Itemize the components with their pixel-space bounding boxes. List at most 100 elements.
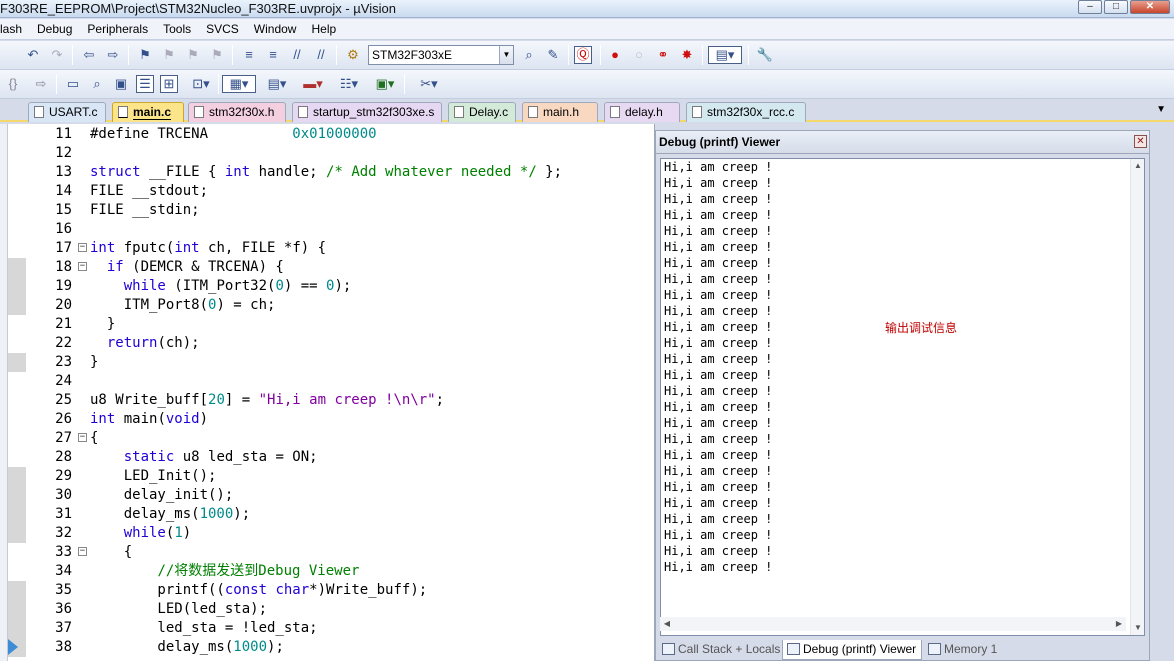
code-line[interactable]: 26 int main(void) xyxy=(26,410,651,429)
breakpoint-margin[interactable] xyxy=(8,619,26,638)
wrench-icon[interactable]: 🔧 xyxy=(756,46,774,64)
disable-breakpoints-icon[interactable]: ⚭ xyxy=(654,46,672,64)
indent-icon[interactable]: ≡ xyxy=(240,46,258,64)
tab-call-stack-locals[interactable]: Call Stack + Locals xyxy=(658,640,780,660)
menu-window[interactable]: Window xyxy=(254,22,305,36)
code-line[interactable]: 18− if (DEMCR & TRCENA) { xyxy=(26,258,651,277)
code-line[interactable]: 12 xyxy=(26,144,651,163)
unindent-icon[interactable]: ≡ xyxy=(264,46,282,64)
code-line[interactable]: 30 delay_init(); xyxy=(26,486,651,505)
debug-output[interactable]: ▲ ▼ Hi,i am creep ! Hi,i am creep ! Hi,i a… xyxy=(660,158,1145,636)
tab-main-h[interactable]: main.h xyxy=(522,102,598,122)
nav-back-icon[interactable]: ⇦ xyxy=(80,46,98,64)
menu-debug[interactable]: Debug xyxy=(37,22,80,36)
redo-icon[interactable]: ↷ xyxy=(48,46,66,64)
code-line[interactable]: 22 return(ch); xyxy=(26,334,651,353)
code-line[interactable]: 33− { xyxy=(26,543,651,562)
menu-help[interactable]: Help xyxy=(311,22,344,36)
prev-bookmark-icon[interactable]: ⚑ xyxy=(160,46,178,64)
call-stack-icon[interactable]: ⊞ xyxy=(160,75,178,93)
breakpoint-margin[interactable] xyxy=(8,277,26,296)
breakpoint-margin[interactable] xyxy=(8,486,26,505)
scroll-up-icon[interactable]: ▲ xyxy=(1131,159,1144,173)
breakpoint-margin[interactable] xyxy=(8,353,26,372)
code-line[interactable]: 36 LED(led_sta); xyxy=(26,600,651,619)
analysis-window-icon[interactable]: ▬▾ xyxy=(298,75,328,93)
registers-icon[interactable]: ☰ xyxy=(136,75,154,93)
tab-memory-1[interactable]: Memory 1 xyxy=(924,640,997,660)
tab-startup-stm32f303xe-s[interactable]: startup_stm32f303xe.s xyxy=(292,102,442,122)
tab-stm32f30x-h[interactable]: stm32f30x.h xyxy=(188,102,286,122)
menu-peripherals[interactable]: Peripherals xyxy=(87,22,156,36)
kill-breakpoints-icon[interactable]: ✸ xyxy=(678,46,696,64)
code-line[interactable]: 27−{ xyxy=(26,429,651,448)
code-line[interactable]: 24 xyxy=(26,372,651,391)
next-bookmark-icon[interactable]: ⚑ xyxy=(184,46,202,64)
window-layout-icon[interactable]: ▤▾ xyxy=(708,46,742,64)
code-line[interactable]: 13 struct __FILE { int handle; /* Add wha… xyxy=(26,163,651,182)
code-line[interactable]: 25 u8 Write_buff[20] = "Hi,i am creep !\n… xyxy=(26,391,651,410)
code-line[interactable]: 35 printf((const char*)Write_buff); xyxy=(26,581,651,600)
vertical-scrollbar[interactable]: ▲ ▼ xyxy=(1130,159,1144,635)
tab-debug-printf-viewer[interactable]: Debug (printf) Viewer xyxy=(782,640,922,660)
trace-window-icon[interactable]: ☷▾ xyxy=(334,75,364,93)
scroll-left-icon[interactable]: ◀ xyxy=(660,617,674,631)
close-icon[interactable]: ✕ xyxy=(1134,135,1147,148)
chevron-down-icon[interactable]: ▼ xyxy=(499,46,513,64)
serial-window-icon[interactable]: ▤▾ xyxy=(262,75,292,93)
breakpoint-margin[interactable] xyxy=(8,467,26,486)
menu-flash[interactable]: lash xyxy=(0,22,30,36)
comment-icon[interactable]: // xyxy=(288,46,306,64)
system-viewer-icon[interactable]: ▣▾ xyxy=(370,75,400,93)
code-line[interactable]: 21 } xyxy=(26,315,651,334)
find-in-files-icon[interactable]: ⌕ xyxy=(520,46,538,64)
fold-toggle-icon[interactable]: − xyxy=(78,243,87,252)
uncomment-icon[interactable]: // xyxy=(312,46,330,64)
tab-delay-h[interactable]: delay.h xyxy=(604,102,680,122)
fold-toggle-icon[interactable]: − xyxy=(78,433,87,442)
breakpoint-margin[interactable] xyxy=(8,524,26,543)
code-line[interactable]: 31 delay_ms(1000); xyxy=(26,505,651,524)
braces-icon[interactable]: {} xyxy=(4,75,22,93)
tab-main-c[interactable]: main.c xyxy=(112,102,184,122)
fold-toggle-icon[interactable]: − xyxy=(78,547,87,556)
symbols-icon[interactable]: ▣ xyxy=(112,75,130,93)
horizontal-scrollbar[interactable]: ◀ ▶ xyxy=(660,617,1126,631)
nav-forward-icon[interactable]: ⇨ xyxy=(104,46,122,64)
scroll-right-icon[interactable]: ▶ xyxy=(1112,617,1126,631)
breakpoint-margin[interactable] xyxy=(8,581,26,600)
memory-window-icon[interactable]: ▦▾ xyxy=(222,75,256,93)
code-line[interactable]: 14 FILE __stdout; xyxy=(26,182,651,201)
command-window-icon[interactable]: ▭ xyxy=(64,75,82,93)
target-select[interactable]: STM32F303xE ▼ xyxy=(368,45,514,65)
watch-icon[interactable]: ⊡▾ xyxy=(186,75,216,93)
clear-bookmarks-icon[interactable]: ⚑ xyxy=(208,46,226,64)
code-line[interactable]: 29 LED_Init(); xyxy=(26,467,651,486)
minimize-button[interactable]: – xyxy=(1078,0,1102,14)
breakpoint-margin[interactable] xyxy=(8,296,26,315)
close-button[interactable]: ✕ xyxy=(1130,0,1170,14)
code-line[interactable]: 11 #define TRCENA 0x01000000 xyxy=(26,125,651,144)
tab-list-icon[interactable]: ▼ xyxy=(1156,104,1166,115)
code-line[interactable]: 15 FILE __stdin; xyxy=(26,201,651,220)
code-line[interactable]: 16 xyxy=(26,220,651,239)
configure-icon[interactable]: ✎ xyxy=(544,46,562,64)
toolbox-icon[interactable]: ✂▾ xyxy=(412,75,446,93)
tab-delay-c[interactable]: Delay.c xyxy=(448,102,516,122)
fold-toggle-icon[interactable]: − xyxy=(78,262,87,271)
enable-breakpoint-icon[interactable]: ○ xyxy=(630,46,648,64)
code-line[interactable]: 20 ITM_Port8(0) = ch; xyxy=(26,296,651,315)
tab-usart-c[interactable]: USART.c xyxy=(28,102,106,122)
code-line[interactable]: 37 led_sta = !led_sta; xyxy=(26,619,651,638)
code-line[interactable]: 19 while (ITM_Port32(0) == 0); xyxy=(26,277,651,296)
tab-stm32f30x-rcc-c[interactable]: stm32f30x_rcc.c xyxy=(686,102,806,122)
code-line[interactable]: 32 while(1) xyxy=(26,524,651,543)
code-line[interactable]: 28 static u8 led_sta = ON; xyxy=(26,448,651,467)
target-options-icon[interactable]: ⚙ xyxy=(344,46,362,64)
menu-svcs[interactable]: SVCS xyxy=(206,22,247,36)
scroll-down-icon[interactable]: ▼ xyxy=(1131,621,1144,635)
code-line[interactable]: 38 delay_ms(1000); xyxy=(26,638,651,657)
breakpoint-icon[interactable]: ● xyxy=(606,46,624,64)
undo-icon[interactable]: ↶ xyxy=(24,46,42,64)
bookmark-icon[interactable]: ⚑ xyxy=(136,46,154,64)
